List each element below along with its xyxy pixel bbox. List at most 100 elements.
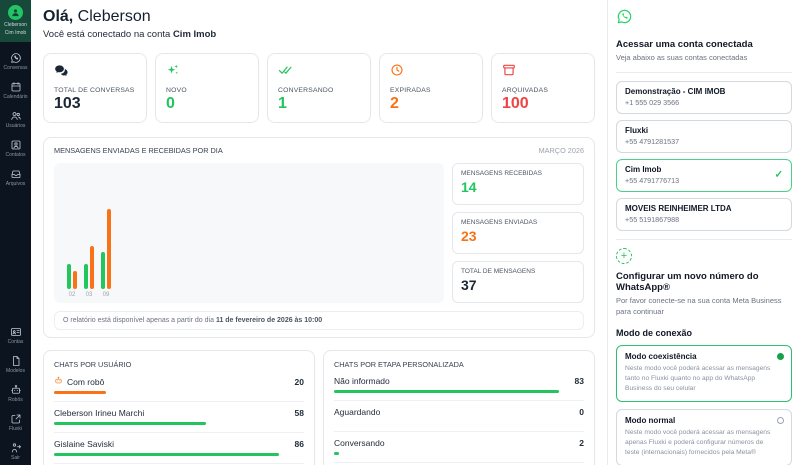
robot-icon — [0, 384, 31, 396]
setup-title: Configurar um novo número do WhatsApp® — [616, 271, 792, 293]
sidebar-item-fluxki[interactable]: Fluxki — [0, 413, 31, 432]
greeting: Olá, — [43, 8, 73, 25]
chats-by-user-list: Com robô20Cleberson Irineu Marchi58Gisla… — [54, 370, 304, 465]
stat-card: NOVO0 — [155, 53, 259, 123]
list-item-text: Com robô — [67, 377, 104, 387]
chart-period: MARÇO 2026 — [539, 146, 584, 155]
account-phone: +55 4791281537 — [625, 137, 783, 146]
sidebar-item-usuários[interactable]: Usuários — [0, 110, 31, 129]
stat-card: CONVERSANDO1 — [267, 53, 371, 123]
list-item-text: Conversando — [334, 438, 385, 448]
sidebar-item-conversas[interactable]: Conversas — [0, 52, 31, 71]
add-number-icon[interactable]: + — [616, 248, 632, 264]
sidebar-profile[interactable]: Cleberson Cim Imob — [0, 0, 31, 42]
radio-button[interactable] — [777, 417, 784, 424]
radio-button[interactable] — [777, 353, 784, 360]
list-item-text: Não informado — [334, 376, 390, 386]
chart-bar — [67, 264, 71, 289]
messages-chart-card: MENSAGENS ENVIADAS E RECEBIDAS POR DIA M… — [43, 137, 595, 338]
list-item-bar — [334, 390, 559, 393]
summary-value: 23 — [461, 228, 575, 244]
sidebar-item-sair[interactable]: Sair — [0, 442, 31, 461]
list-item-value: 83 — [575, 376, 584, 386]
list-item-text: Aguardando — [334, 407, 380, 417]
chart-summary-box: TOTAL DE MENSAGENS37 — [452, 261, 584, 303]
sidebar-item-calendário[interactable]: Calendário — [0, 81, 31, 100]
connection-mode-option[interactable]: Modo coexistênciaNeste modo você poderá … — [616, 345, 792, 402]
list-item-top: Não informado 83 — [334, 376, 584, 386]
connected-accounts-title: Acessar uma conta conectada — [616, 39, 792, 50]
chart-title: MENSAGENS ENVIADAS E RECEBIDAS POR DIA — [54, 146, 223, 155]
accounts-list: Demonstração - CIM IMOB +1 555 029 3566 Fl… — [616, 81, 792, 231]
clock-icon — [390, 63, 472, 77]
bar-pair — [101, 209, 111, 289]
sidebar-item-label: Sair — [0, 455, 31, 461]
mode-name: Modo normal — [625, 416, 777, 425]
sidebar-item-label: Usuários — [0, 123, 31, 129]
users-icon — [0, 110, 31, 122]
chart-bar — [107, 209, 111, 289]
stat-label: TOTAL DE CONVERSAS — [54, 87, 136, 94]
account-item[interactable]: MOVEIS REINHEIMER LTDA+55 5191867988 — [616, 198, 792, 231]
chart-summary-box: MENSAGENS ENVIADAS 23 — [452, 212, 584, 254]
sidebar-item-modelos[interactable]: Modelos — [0, 355, 31, 374]
subtitle-account: Cim Imob — [173, 29, 216, 40]
mode-description: Neste modo você poderá acessar as mensag… — [625, 428, 777, 458]
list-item-value: 20 — [295, 377, 304, 387]
stat-card: ARQUIVADAS100 — [491, 53, 595, 123]
stat-label: CONVERSANDO — [278, 87, 360, 94]
summary-label: MENSAGENS ENVIADAS — [461, 219, 575, 226]
whatsapp-icon — [0, 52, 31, 64]
sidebar-nav-bottom: Contas Modelos Robôs Fluxki Sair — [0, 316, 31, 461]
account-name: Cim Imob — [625, 165, 783, 174]
divider — [616, 72, 792, 73]
sidebar-item-label: Conversas — [0, 65, 31, 71]
account-item[interactable]: Demonstração - CIM IMOB +1 555 029 3566 — [616, 81, 792, 114]
list-item-label: Cleberson Irineu Marchi — [54, 408, 144, 418]
sidebar-item-label: Contatos — [0, 152, 31, 158]
robot-icon — [54, 376, 63, 387]
stat-card: EXPIRADAS2 — [379, 53, 483, 123]
stats-row: TOTAL DE CONVERSAS103NOVO0CONVERSANDO1EX… — [43, 53, 595, 123]
check-icon: ✓ — [775, 170, 783, 181]
sidebar-item-label: Calendário — [0, 94, 31, 100]
archive-icon — [502, 63, 584, 77]
connection-mode-option[interactable]: Modo normal Neste modo você poderá acessa… — [616, 409, 792, 465]
account-item[interactable]: Fluxki +55 4791281537 — [616, 120, 792, 153]
sidebar-item-robôs[interactable]: Robôs — [0, 384, 31, 403]
account-item[interactable]: Cim Imob +55 4791776713✓ — [616, 159, 792, 192]
chats-by-stage-title: CHATS POR ETAPA PERSONALIZADA — [334, 360, 584, 369]
inbox-icon — [0, 168, 31, 180]
chats-by-user-title: CHATS POR USUÁRIO — [54, 360, 304, 369]
list-item: Não informado 83 — [334, 370, 584, 401]
sidebar-item-arquivos[interactable]: Arquivos — [0, 168, 31, 187]
chart-header: MENSAGENS ENVIADAS E RECEBIDAS POR DIA M… — [54, 146, 584, 155]
list-item-text: Gislaine Saviski — [54, 439, 114, 449]
list-item-top: Conversando 2 — [334, 438, 584, 448]
list-item-bar — [54, 422, 206, 425]
mode-name: Modo coexistência — [625, 352, 777, 361]
chart-summary: MENSAGENS RECEBIDAS14MENSAGENS ENVIADAS2… — [452, 163, 584, 303]
chart-bar — [84, 264, 88, 289]
connection-modes-list: Modo coexistência Neste modo você poderá … — [616, 345, 792, 465]
sparkles-icon — [166, 63, 248, 77]
bottom-row: CHATS POR USUÁRIO Com robô 20 Cleberson Ir… — [43, 350, 595, 465]
account-phone: +1 555 029 3566 — [625, 98, 783, 107]
account-name: Demonstração - CIM IMOB — [625, 87, 783, 96]
account-name: Fluxki — [625, 126, 783, 135]
list-item-text: Cleberson Irineu Marchi — [54, 408, 144, 418]
list-item-label: Conversando — [334, 438, 385, 448]
list-item-value: 2 — [579, 438, 584, 448]
bar-pair — [67, 264, 77, 289]
stat-card: TOTAL DE CONVERSAS103 — [43, 53, 147, 123]
logout-icon — [0, 442, 31, 454]
sidebar-spacer — [0, 187, 31, 316]
sidebar-nav-top: Conversas Calendário Usuários Contatos Arqui… — [0, 42, 31, 187]
account-phone: +55 5191867988 — [625, 215, 783, 224]
account-phone: +55 4791776713 — [625, 176, 783, 185]
sidebar-item-contas[interactable]: Contas — [0, 326, 31, 345]
sidebar-item-contatos[interactable]: Contatos — [0, 139, 31, 158]
stat-label: EXPIRADAS — [390, 87, 472, 94]
list-item: Com robô 20 — [54, 370, 304, 402]
double-check-icon — [278, 63, 360, 77]
